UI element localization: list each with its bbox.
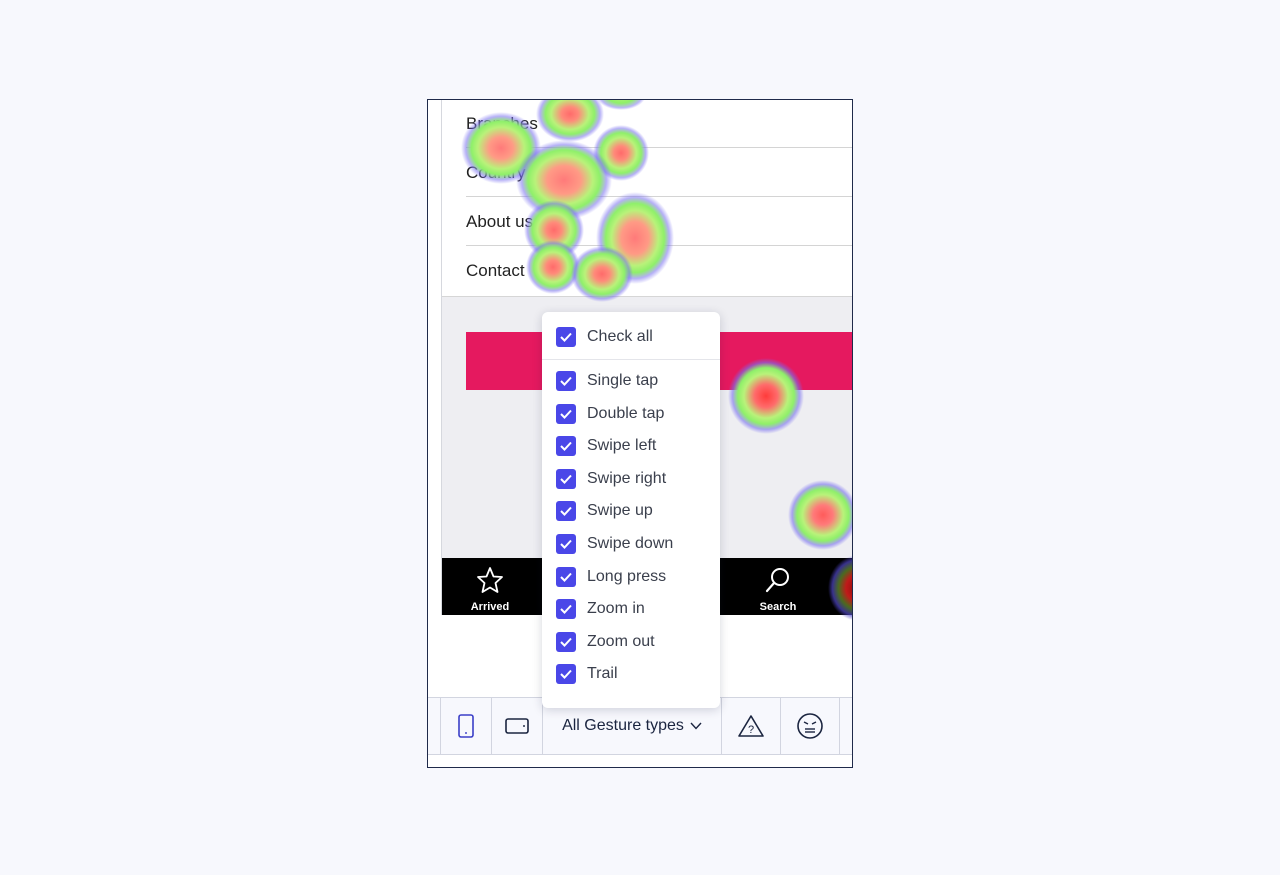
divider [466, 147, 852, 148]
checkmark-icon [560, 670, 572, 680]
menu-item-label: About us [466, 212, 534, 231]
tab-arrived[interactable]: Arrived [450, 558, 530, 615]
option-label: Double tap [587, 404, 665, 422]
menu-item-label: Country [466, 163, 526, 182]
option-label: Long press [587, 567, 667, 585]
option-swipe-down[interactable]: Swipe down [556, 532, 673, 556]
chevron-down-icon [690, 722, 702, 730]
checkbox-checked[interactable] [556, 468, 576, 489]
menu-item-country[interactable]: Country [466, 149, 852, 197]
option-long-press[interactable]: Long press [556, 565, 666, 589]
tab-search[interactable]: Search [738, 558, 818, 615]
option-label: Zoom in [587, 600, 645, 618]
checkmark-icon [560, 442, 572, 452]
checkmark-icon [560, 474, 572, 484]
menu-item-label: Contact [466, 261, 525, 280]
checkmark-icon [560, 332, 572, 342]
gesture-type-label: All Gesture types [562, 717, 684, 734]
search-icon [765, 568, 789, 593]
option-zoom-out[interactable]: Zoom out [556, 630, 655, 654]
option-label: Swipe right [587, 469, 667, 487]
tab-label: Search [759, 601, 797, 613]
portrait-view-button[interactable] [440, 698, 491, 754]
toolbar-spacer [839, 698, 852, 754]
option-swipe-right[interactable]: Swipe right [556, 467, 666, 491]
option-swipe-left[interactable]: Swipe left [556, 434, 656, 458]
phone-landscape-icon [505, 718, 529, 734]
checkbox-checked[interactable] [556, 327, 576, 347]
frustrated-face-icon [797, 713, 823, 739]
menu-item-branches[interactable]: Branches [466, 100, 852, 148]
checkbox-checked[interactable] [556, 631, 576, 652]
option-label: Zoom out [587, 632, 655, 650]
star-icon [477, 567, 503, 593]
checkbox-checked[interactable] [556, 664, 576, 685]
checkbox-checked[interactable] [556, 566, 576, 587]
gesture-type-menu: Check all Single tap Double tap Swipe left… [542, 312, 720, 708]
checkbox-checked[interactable] [556, 436, 576, 457]
option-label: Single tap [587, 372, 659, 389]
checkmark-icon [560, 605, 572, 615]
checkbox-checked[interactable] [556, 371, 576, 391]
menu-item-label: Branches [466, 114, 538, 133]
svg-text:?: ? [748, 724, 754, 736]
menu-item-contact[interactable]: Contact [466, 247, 852, 295]
checkbox-checked[interactable] [556, 501, 576, 522]
warning-icon: ? [738, 715, 764, 737]
checkbox-checked[interactable] [556, 403, 576, 424]
option-label: Swipe up [587, 502, 653, 520]
divider [466, 196, 852, 197]
checkbox-checked[interactable] [556, 534, 576, 554]
checkmark-icon [560, 507, 572, 517]
option-trail[interactable]: Trail [556, 662, 618, 686]
option-label: Trail [587, 665, 618, 683]
option-swipe-up[interactable]: Swipe up [556, 499, 653, 523]
option-label: Swipe down [587, 535, 674, 552]
checkmark-icon [560, 376, 572, 386]
phone-portrait-icon [458, 714, 474, 738]
option-zoom-in[interactable]: Zoom in [556, 597, 645, 621]
option-label: Swipe left [587, 437, 657, 455]
menu-item-about-us[interactable]: About us [466, 198, 852, 246]
checkmark-icon [560, 572, 572, 582]
checkmark-icon [560, 637, 572, 647]
option-double-tap[interactable]: Double tap [556, 402, 664, 426]
frustration-button[interactable] [780, 698, 839, 754]
option-single-tap[interactable]: Single tap [556, 369, 658, 393]
checkmark-icon [560, 539, 572, 549]
tab-label: Arrived [470, 601, 510, 613]
landscape-view-button[interactable] [491, 698, 542, 754]
errors-button[interactable]: ? [721, 698, 780, 754]
checkmark-icon [560, 409, 572, 419]
divider [542, 359, 720, 360]
option-label: Check all [587, 328, 653, 345]
divider [466, 245, 852, 246]
checkbox-checked[interactable] [556, 599, 576, 620]
check-all-option[interactable]: Check all [556, 325, 653, 349]
